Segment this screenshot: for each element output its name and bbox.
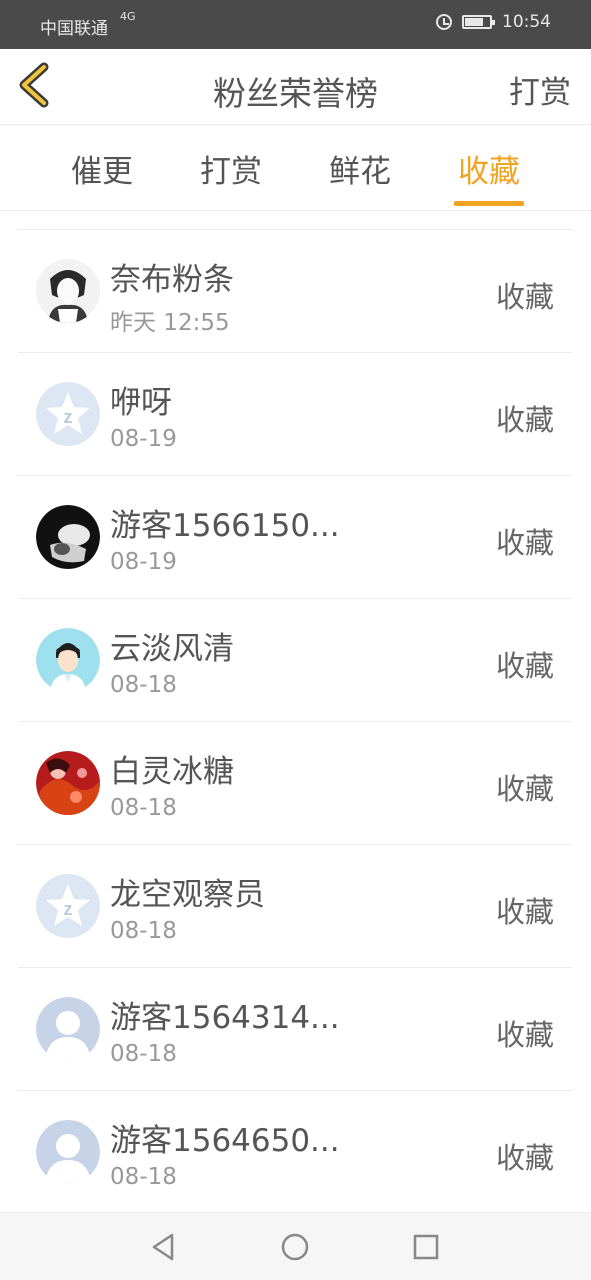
carrier-label: 中国联通 bbox=[40, 19, 108, 39]
active-tab-indicator bbox=[454, 201, 524, 206]
circle-home-icon bbox=[281, 1233, 309, 1261]
user-name: 游客1564650... bbox=[110, 1123, 340, 1159]
timestamp: 08-18 bbox=[110, 918, 177, 944]
triangle-back-icon bbox=[152, 1233, 174, 1261]
action-type-label: 收藏 bbox=[495, 649, 554, 683]
action-type-label: 收藏 bbox=[495, 1018, 554, 1052]
avatar bbox=[36, 259, 100, 323]
tab-urge[interactable]: 催更 bbox=[57, 146, 147, 191]
list-item[interactable]: 游客1564314... 08-18 收藏 bbox=[18, 968, 572, 1091]
avatar: z bbox=[36, 874, 100, 938]
timestamp: 昨天 12:55 bbox=[110, 310, 230, 336]
avatar bbox=[36, 751, 100, 815]
user-name: 游客1566150... bbox=[110, 508, 340, 544]
fan-list: 奈布粉条 昨天 12:55 收藏 z 咿呀 08-19 收藏 游客1566150… bbox=[18, 229, 572, 1214]
action-type-label: 收藏 bbox=[495, 280, 554, 314]
user-name: 奈布粉条 bbox=[110, 262, 234, 298]
avatar bbox=[36, 628, 100, 692]
network-type-label: 4G bbox=[120, 10, 136, 23]
list-item[interactable]: 游客1566150... 08-19 收藏 bbox=[18, 476, 572, 599]
user-name: 咿呀 bbox=[110, 385, 172, 421]
tab-favorites[interactable]: 收藏 bbox=[444, 146, 534, 191]
action-type-label: 收藏 bbox=[495, 526, 554, 560]
action-type-label: 收藏 bbox=[495, 772, 554, 806]
timestamp: 08-19 bbox=[110, 426, 177, 452]
nav-back-button[interactable] bbox=[146, 1229, 182, 1265]
page-title: 粉丝荣誉榜 bbox=[213, 74, 378, 113]
svg-text:z: z bbox=[64, 899, 73, 919]
list-item[interactable]: 游客1564650... 08-18 收藏 bbox=[18, 1091, 572, 1214]
timestamp: 08-18 bbox=[110, 1164, 177, 1190]
action-type-label: 收藏 bbox=[495, 1141, 554, 1175]
top-app-bar: 粉丝荣誉榜 打赏 bbox=[0, 49, 591, 125]
list-item[interactable]: z 龙空观察员 08-18 收藏 bbox=[18, 845, 572, 968]
user-name: 游客1564314... bbox=[110, 1000, 340, 1036]
timestamp: 08-18 bbox=[110, 795, 177, 821]
action-type-label: 收藏 bbox=[495, 895, 554, 929]
reward-button[interactable]: 打赏 bbox=[509, 67, 571, 112]
list-item[interactable]: 云淡风清 08-18 收藏 bbox=[18, 599, 572, 722]
svg-text:z: z bbox=[64, 407, 73, 427]
user-name: 龙空观察员 bbox=[110, 877, 265, 913]
list-item[interactable]: 白灵冰糖 08-18 收藏 bbox=[18, 722, 572, 845]
tab-flowers[interactable]: 鲜花 bbox=[315, 146, 405, 191]
square-recents-icon bbox=[413, 1234, 439, 1260]
list-item[interactable]: 奈布粉条 昨天 12:55 收藏 bbox=[18, 230, 572, 353]
avatar bbox=[36, 505, 100, 569]
user-name: 云淡风清 bbox=[110, 631, 234, 667]
avatar bbox=[36, 997, 100, 1061]
timestamp: 08-18 bbox=[110, 1041, 177, 1067]
avatar bbox=[36, 1120, 100, 1184]
status-bar: 中国联通 4G 10:54 bbox=[0, 0, 591, 49]
action-type-label: 收藏 bbox=[495, 403, 554, 437]
nav-recents-button[interactable] bbox=[408, 1229, 444, 1265]
system-nav-bar bbox=[0, 1212, 591, 1280]
tab-reward[interactable]: 打赏 bbox=[186, 146, 276, 191]
clock-label: 10:54 bbox=[502, 12, 551, 32]
list-item[interactable]: z 咿呀 08-19 收藏 bbox=[18, 353, 572, 476]
nav-home-button[interactable] bbox=[277, 1229, 313, 1265]
timestamp: 08-18 bbox=[110, 672, 177, 698]
tab-bar: 催更 打赏 鲜花 收藏 bbox=[0, 126, 591, 211]
avatar: z bbox=[36, 382, 100, 446]
user-name: 白灵冰糖 bbox=[110, 754, 234, 790]
battery-icon bbox=[462, 15, 495, 29]
alarm-icon bbox=[436, 14, 452, 30]
timestamp: 08-19 bbox=[110, 549, 177, 575]
